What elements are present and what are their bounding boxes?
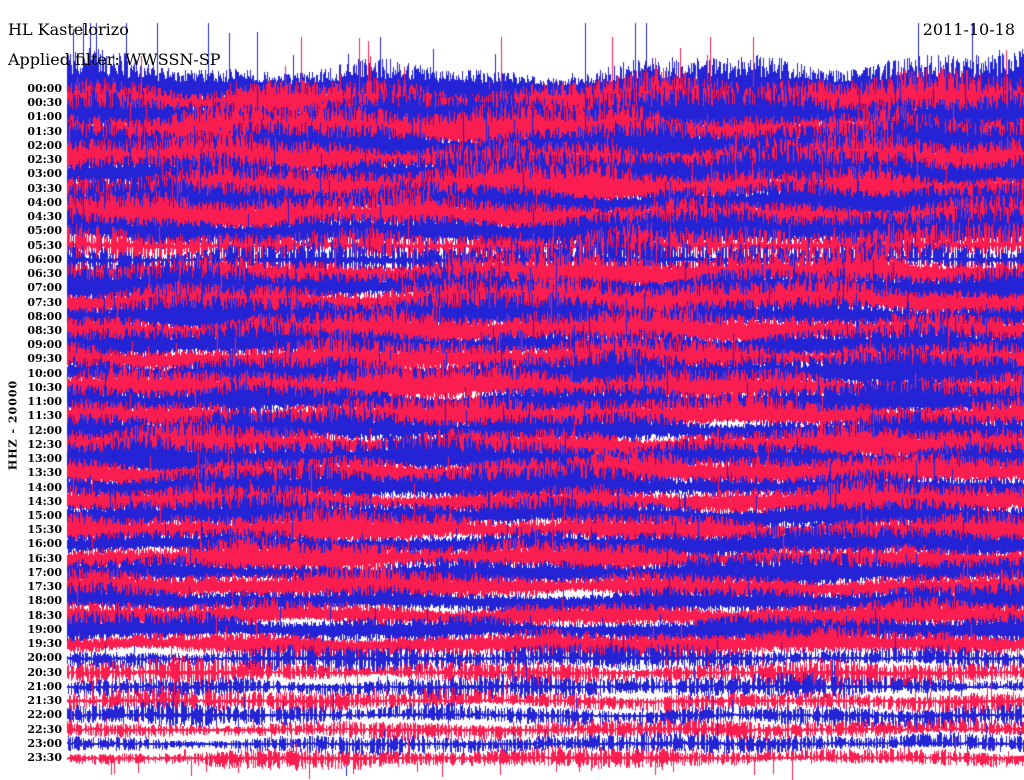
time-label: 00:00 <box>27 82 62 95</box>
time-label: 05:00 <box>27 224 62 238</box>
time-label: 14:30 <box>27 494 62 508</box>
time-label: 14:00 <box>27 480 62 494</box>
time-label: 17:30 <box>27 580 62 594</box>
date-label: 2011-10-18 <box>922 20 1015 39</box>
time-label: 02:00 <box>27 138 62 152</box>
time-label: 22:30 <box>27 722 62 736</box>
time-label: 19:30 <box>27 637 62 651</box>
time-label: 10:00 <box>27 366 62 380</box>
time-label: 07:30 <box>27 295 62 309</box>
time-label: 21:30 <box>27 694 62 708</box>
time-label: 04:00 <box>27 195 62 209</box>
time-label: 09:00 <box>27 338 62 352</box>
time-label: 09:30 <box>27 352 62 366</box>
time-label: 15:30 <box>27 523 62 537</box>
time-label: 16:30 <box>27 551 62 565</box>
time-label: 18:00 <box>27 594 62 608</box>
time-label: 21:00 <box>27 679 62 693</box>
time-label: 15:00 <box>27 509 62 523</box>
time-label: 05:30 <box>27 238 62 252</box>
time-label: 02:30 <box>27 153 62 167</box>
station-title: HL Kastelorizo <box>8 20 129 39</box>
time-label: 04:30 <box>27 210 62 224</box>
time-label: 23:30 <box>27 750 62 764</box>
time-label: 22:00 <box>27 708 62 722</box>
time-label: 20:00 <box>27 651 62 665</box>
time-label: 16:00 <box>27 537 62 551</box>
y-axis-label: HHZ - 20000 <box>6 379 20 471</box>
filter-label: Applied filter: WWSSN-SP <box>8 50 221 69</box>
time-label: 17:00 <box>27 565 62 579</box>
time-label: 06:30 <box>27 267 62 281</box>
seismogram-canvas <box>0 0 1024 780</box>
time-label: 06:00 <box>27 252 62 266</box>
time-label: 03:00 <box>27 167 62 181</box>
helicorder-view: HL Kastelorizo Applied filter: WWSSN-SP … <box>0 0 1024 780</box>
time-label: 23:00 <box>27 736 62 750</box>
time-label: 20:30 <box>27 665 62 679</box>
time-label: 19:00 <box>27 622 62 636</box>
time-label: 01:30 <box>27 124 62 138</box>
time-label: 08:00 <box>27 309 62 323</box>
time-label: 00:30 <box>27 96 62 110</box>
time-label: 18:30 <box>27 608 62 622</box>
time-label: 03:30 <box>27 181 62 195</box>
time-label: 07:00 <box>27 281 62 295</box>
time-label: 08:30 <box>27 323 62 337</box>
time-label: 01:00 <box>27 110 62 124</box>
